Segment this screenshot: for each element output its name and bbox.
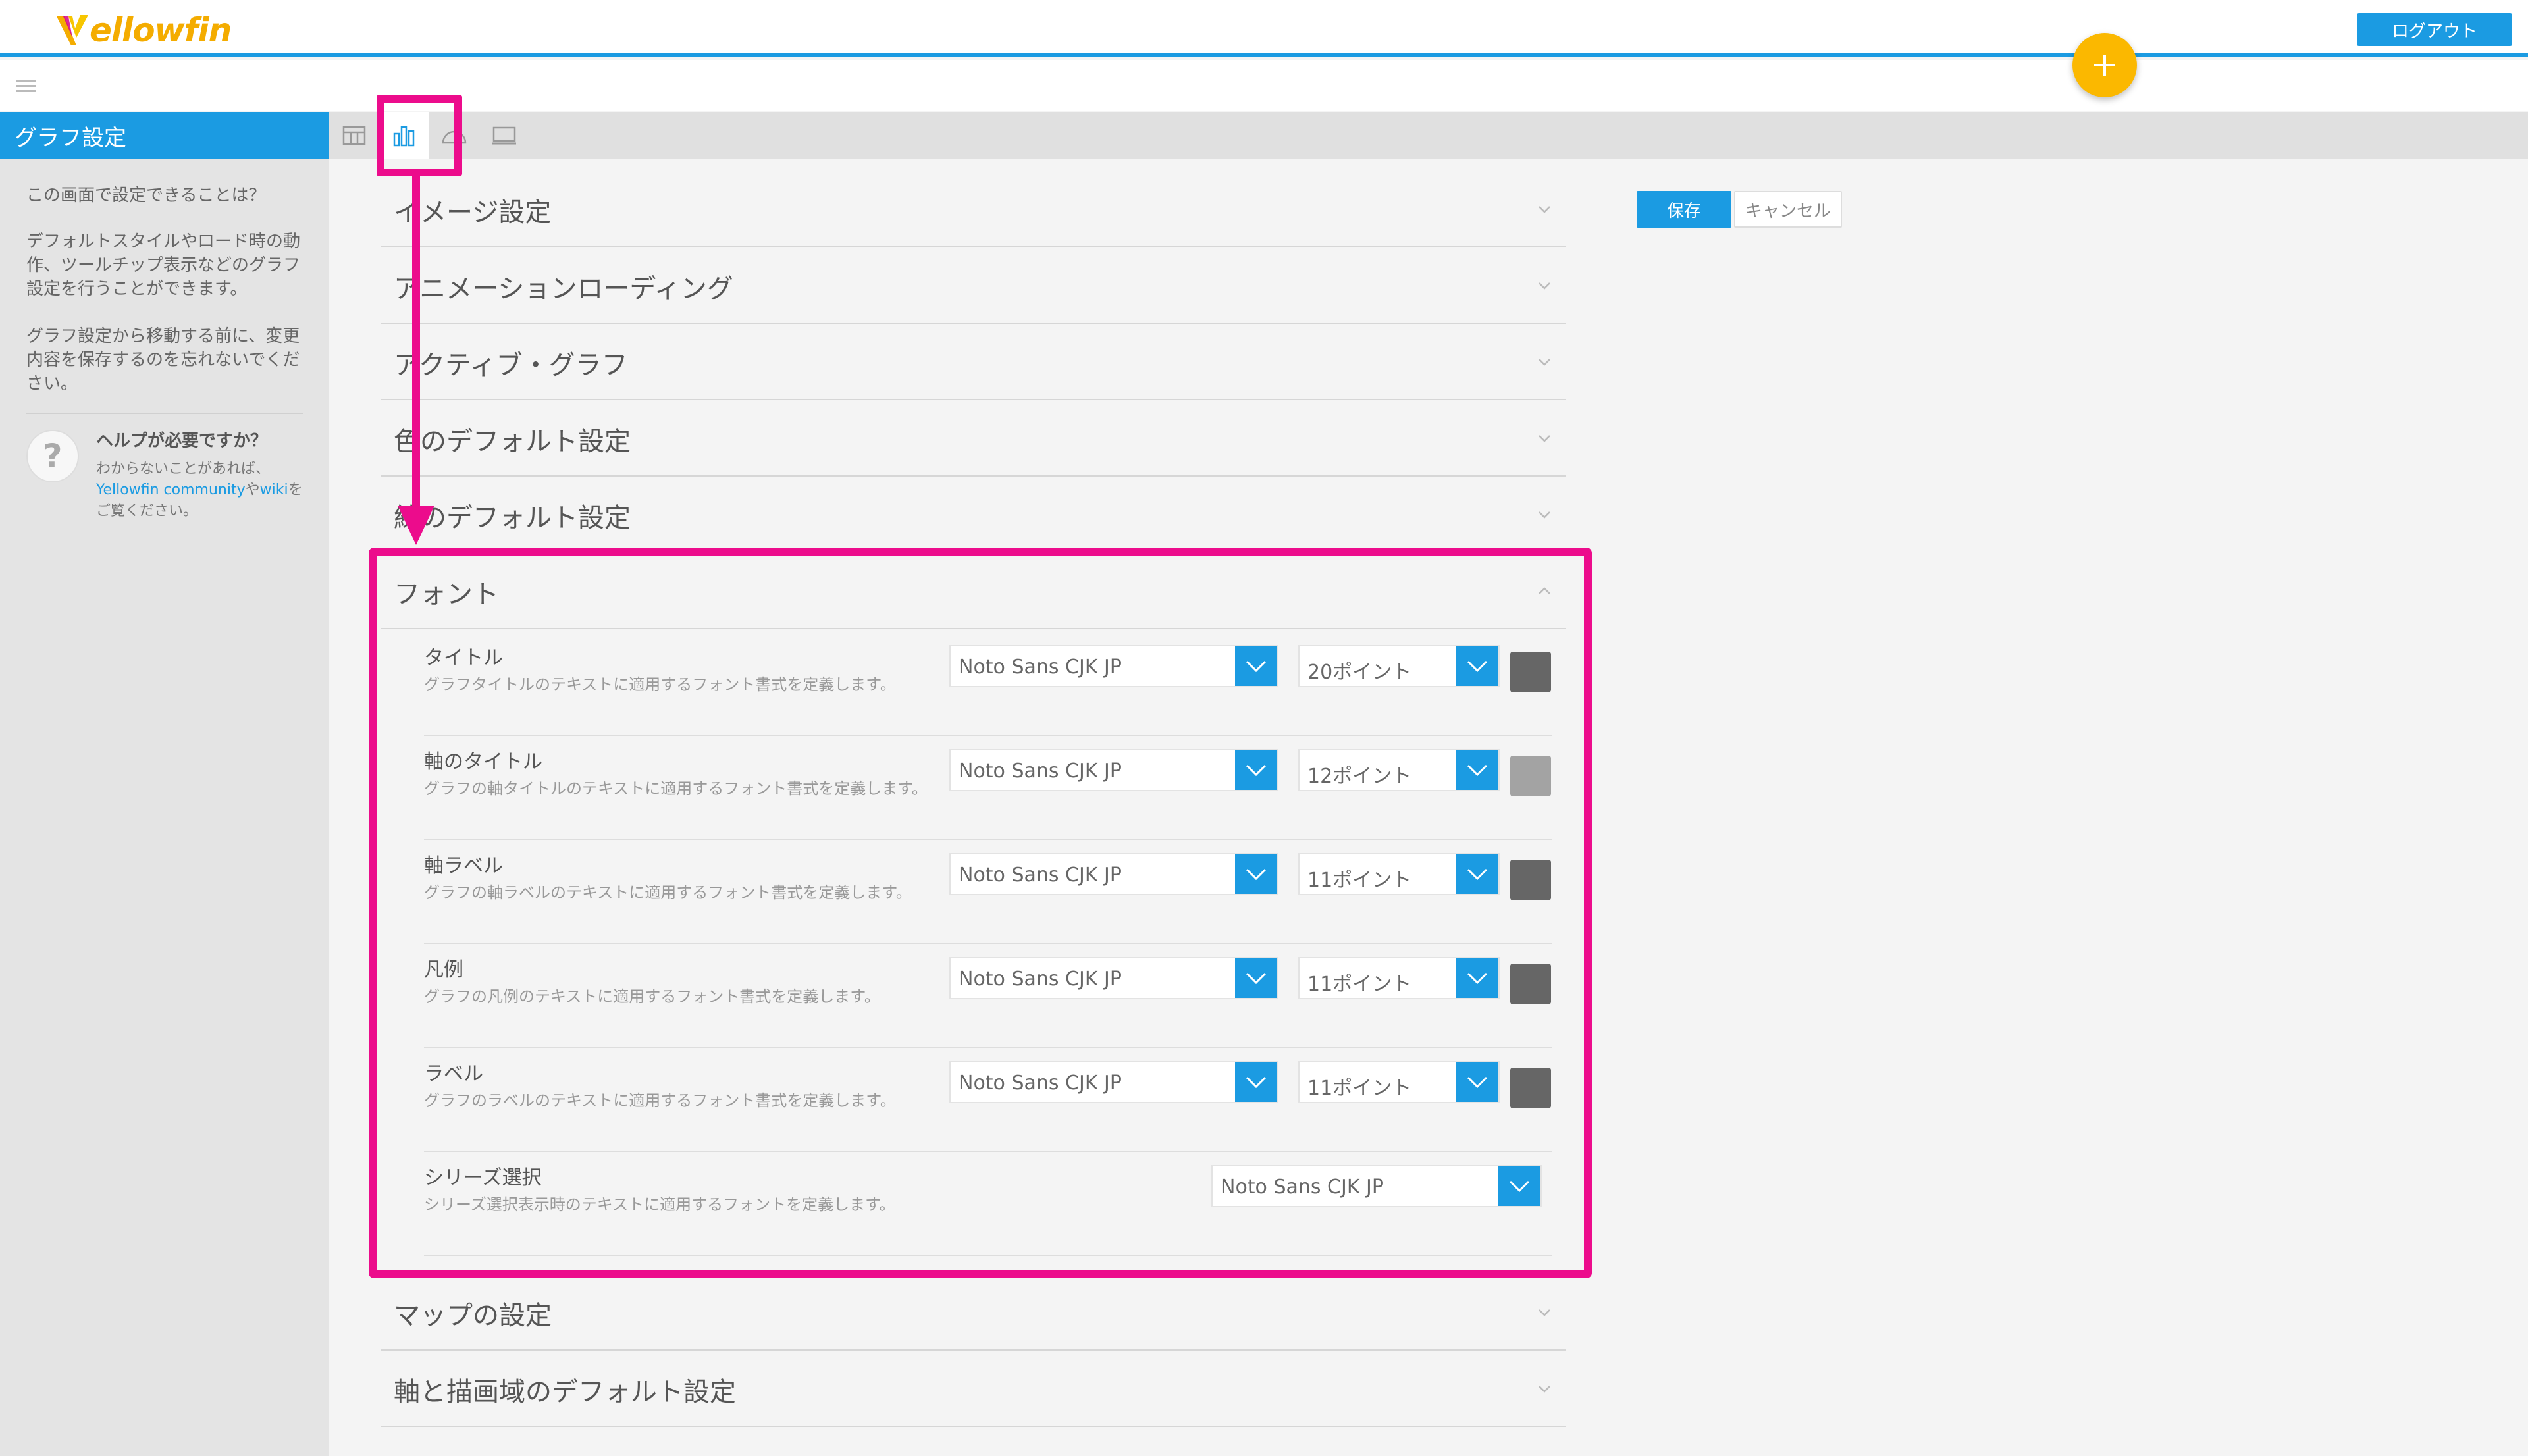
chevron-down-icon (1539, 511, 1550, 519)
sidebar-paragraph-1: デフォルトスタイルやロード時の動作、ツールチップ表示などのグラフ設定を行うことが… (26, 232, 301, 299)
highlight-font-section (369, 548, 1592, 1278)
add-fab-button[interactable] (2072, 33, 2137, 97)
chevron-down-icon (1539, 1386, 1550, 1393)
community-link[interactable]: Yellowfin community (96, 482, 246, 498)
section-axis-plot-defaults[interactable]: 軸と描画域のデフォルト設定 (381, 1351, 1566, 1427)
section-title: アニメーションローディング (394, 274, 733, 304)
help-text: わからないことがあれば、Yellowfin communityやwikiをご覧く… (96, 461, 303, 519)
settings-tab-strip (329, 112, 2528, 159)
question-mark-icon: ? (26, 430, 79, 482)
wiki-link[interactable]: wiki (260, 482, 288, 498)
save-button[interactable]: 保存 (1637, 191, 1731, 228)
section-line-defaults[interactable]: 線のデフォルト設定 (381, 477, 1566, 553)
section-color-defaults[interactable]: 色のデフォルト設定 (381, 400, 1566, 477)
highlight-chart-tab (377, 95, 462, 176)
yellowfin-logo-mark-icon (54, 11, 92, 49)
annotation-arrow-icon (398, 176, 434, 545)
chevron-down-icon (1539, 435, 1550, 442)
tab-display[interactable] (479, 112, 529, 159)
section-animation-loading[interactable]: アニメーションローディング (381, 247, 1566, 324)
tab-table[interactable] (329, 112, 379, 159)
sidebar-paragraph-2: グラフ設定から移動する前に、変更内容を保存するのを忘れないでください。 (26, 326, 300, 394)
monitor-icon (492, 126, 516, 145)
cancel-button[interactable]: キャンセル (1734, 191, 1842, 228)
section-title: 軸と描画域のデフォルト設定 (394, 1377, 736, 1407)
section-map-settings[interactable]: マップの設定 (381, 1274, 1566, 1351)
sidebar-divider (26, 413, 303, 414)
chevron-down-icon (1539, 1309, 1550, 1316)
yellowfin-logo[interactable]: ellowfin (54, 9, 232, 51)
logo-wordmark: ellowfin (90, 11, 232, 49)
section-title: マップの設定 (394, 1301, 552, 1331)
plus-icon (2094, 55, 2115, 76)
help-title: ヘルプが必要ですか？ (96, 431, 268, 451)
section-image-settings[interactable]: イメージ設定 (381, 171, 1566, 247)
sidebar-question: この画面で設定できることは？ (26, 186, 266, 205)
chevron-down-icon (1539, 359, 1550, 366)
chevron-down-icon (1539, 206, 1550, 213)
help-box: ? ヘルプが必要ですか？ わからないことがあれば、Yellowfin commu… (26, 427, 303, 533)
sidebar-title: グラフ設定 (0, 112, 329, 159)
chevron-down-icon (1539, 282, 1550, 290)
sidebar: グラフ設定 この画面で設定できることは？ デフォルトスタイルやロード時の動作、ツ… (0, 112, 329, 1456)
table-icon (342, 126, 365, 145)
section-active-graph[interactable]: アクティブ・グラフ (381, 324, 1566, 400)
hamburger-menu-icon[interactable] (0, 60, 51, 111)
top-bar: ellowfin ログアウト (0, 0, 2528, 57)
logout-button[interactable]: ログアウト (2357, 13, 2512, 46)
